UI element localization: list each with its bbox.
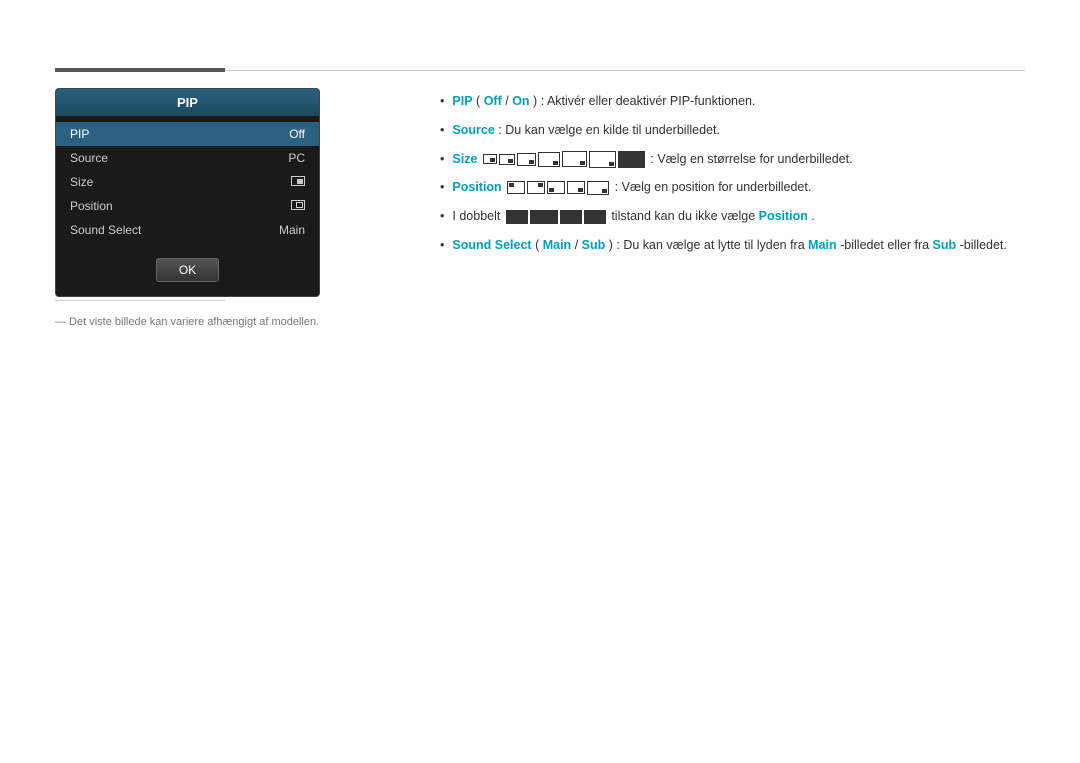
desc-source-text: Source : Du kan vælge en kilde til under…	[452, 121, 720, 140]
pip-item-label-sound-select: Sound Select	[70, 223, 141, 237]
double-icon-2	[530, 210, 558, 224]
size-icon-strike	[618, 151, 645, 168]
double-icons-group	[506, 210, 606, 224]
desc-sound-paren-close: )	[609, 238, 613, 252]
pip-ok-button[interactable]: OK	[156, 258, 219, 282]
desc-sound-rest1: : Du kan vælge at lytte til lyden fra	[616, 238, 808, 252]
desc-pip-paren-close: )	[533, 94, 537, 108]
pip-item-value-size	[291, 175, 305, 189]
pip-item-value-pip: Off	[289, 127, 305, 141]
desc-sound-main-bold: Main	[808, 238, 836, 252]
desc-item-pip: PIP ( Off / On ) : Aktivér eller deaktiv…	[440, 92, 1025, 111]
bottom-divider	[55, 300, 225, 301]
desc-size-text: Size : Vælg en størrelse for underbilled…	[452, 150, 852, 169]
double-icon-strike	[584, 210, 606, 224]
desc-pip-off: Off	[484, 94, 502, 108]
description-list: PIP ( Off / On ) : Aktivér eller deaktiv…	[440, 92, 1025, 255]
size-icon-xxlarge	[589, 151, 616, 168]
desc-position-highlight: Position	[452, 180, 501, 194]
thin-line	[225, 70, 1025, 71]
pip-item-label-pip: PIP	[70, 127, 89, 141]
desc-sound-slash: /	[575, 238, 582, 252]
pos-icon-tl	[507, 181, 525, 194]
desc-position-note-rest2: .	[811, 209, 814, 223]
size-icon-xlarge	[562, 151, 587, 167]
desc-pip-highlight: PIP	[452, 94, 472, 108]
pip-menu-item-position[interactable]: Position	[56, 194, 319, 218]
size-icon-small	[483, 154, 497, 164]
desc-item-position: Position : Vælg en position for underbil…	[440, 178, 1025, 197]
pip-item-value-sound-select: Main	[279, 223, 305, 237]
size-icon	[291, 176, 305, 186]
pos-icon-custom	[587, 181, 609, 195]
desc-size-highlight: Size	[452, 152, 477, 166]
pip-item-label-source: Source	[70, 151, 108, 165]
desc-position-note-dash: I dobbelt	[452, 209, 503, 223]
position-icon	[291, 200, 305, 210]
desc-sound-sub-bold: Sub	[933, 238, 957, 252]
size-icons-group	[483, 151, 645, 168]
desc-sound-paren-open: (	[535, 238, 539, 252]
desc-source-highlight: Source	[452, 123, 494, 137]
size-icon-large	[538, 152, 560, 167]
pos-icon-tr	[527, 181, 545, 194]
descriptions-panel: PIP ( Off / On ) : Aktivér eller deaktiv…	[440, 92, 1025, 265]
desc-source-rest: : Du kan vælge en kilde til underbillede…	[498, 123, 720, 137]
desc-sound-text: Sound Select ( Main / Sub ) : Du kan væl…	[452, 236, 1006, 255]
desc-sound-rest2: -billedet eller fra	[840, 238, 932, 252]
desc-position-note-bold: Position	[759, 209, 808, 223]
desc-position-text: Position : Vælg en position for underbil…	[452, 178, 811, 197]
desc-item-sound-select: Sound Select ( Main / Sub ) : Du kan væl…	[440, 236, 1025, 255]
desc-sound-rest3: -billedet.	[960, 238, 1007, 252]
top-divider	[55, 68, 1025, 72]
pip-item-label-size: Size	[70, 175, 93, 189]
pip-dialog: PIP PIP Off Source PC Size Position	[55, 88, 320, 297]
desc-pip-paren-open: (	[476, 94, 480, 108]
desc-item-position-note: I dobbelt tilstand kan du ikke vælge Pos…	[440, 207, 1025, 226]
pip-item-value-source: PC	[288, 151, 305, 165]
pip-menu: PIP Off Source PC Size Position Sound Se…	[56, 116, 319, 248]
pos-icon-br	[567, 181, 585, 194]
desc-sound-sub: Sub	[582, 238, 606, 252]
desc-pip-rest: : Aktivér eller deaktivér PIP-funktionen…	[541, 94, 756, 108]
desc-sound-main: Main	[543, 238, 571, 252]
pip-item-value-position	[291, 199, 305, 213]
desc-size-rest: : Vælg en størrelse for underbilledet.	[650, 152, 852, 166]
pip-item-label-position: Position	[70, 199, 113, 213]
size-icon-medium	[517, 153, 536, 166]
desc-item-source: Source : Du kan vælge en kilde til under…	[440, 121, 1025, 140]
pip-menu-item-sound-select[interactable]: Sound Select Main	[56, 218, 319, 242]
pip-menu-item-pip[interactable]: PIP Off	[56, 122, 319, 146]
desc-sound-highlight: Sound Select	[452, 238, 531, 252]
position-icons-group	[507, 181, 609, 195]
desc-position-note-rest1: tilstand kan du ikke vælge	[611, 209, 758, 223]
pip-title: PIP	[56, 89, 319, 116]
size-icon-small2	[499, 154, 515, 165]
pip-menu-item-size[interactable]: Size	[56, 170, 319, 194]
double-icon-3	[560, 210, 582, 224]
double-icon-1	[506, 210, 528, 224]
footer-note: ― Det viste billede kan variere afhængig…	[55, 316, 319, 328]
desc-pip-on: On	[512, 94, 529, 108]
desc-position-note-text: I dobbelt tilstand kan du ikke vælge Pos…	[452, 207, 815, 226]
pip-ok-row: OK	[56, 248, 319, 296]
desc-item-size: Size : Vælg en størrelse for underbilled…	[440, 150, 1025, 169]
desc-pip-text: PIP ( Off / On ) : Aktivér eller deaktiv…	[452, 92, 755, 111]
pip-menu-item-source[interactable]: Source PC	[56, 146, 319, 170]
desc-position-rest: : Vælg en position for underbilledet.	[615, 180, 812, 194]
thick-line	[55, 68, 225, 72]
pos-icon-bl	[547, 181, 565, 194]
